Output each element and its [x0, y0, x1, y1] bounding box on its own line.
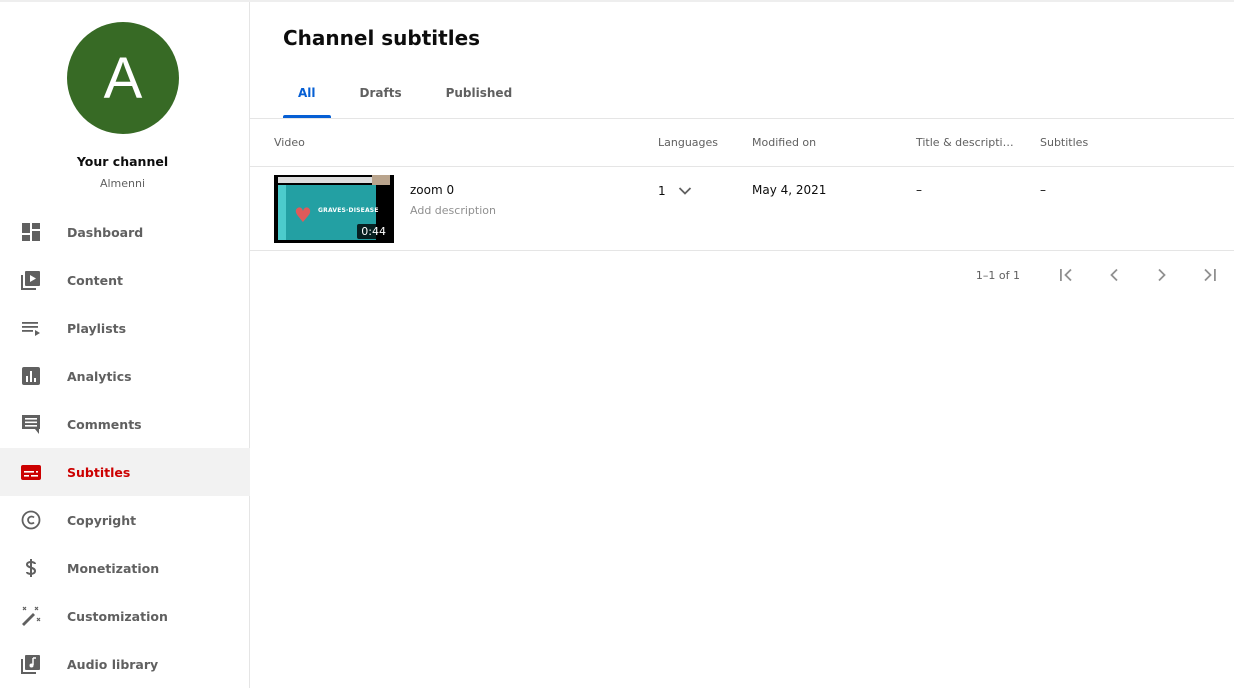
chevron-down-icon [678, 181, 692, 200]
sidebar-item-audio-library[interactable]: Audio library [0, 640, 250, 688]
sidebar-item-customization[interactable]: Customization [0, 592, 250, 640]
sidebar-item-comments[interactable]: Comments [0, 400, 250, 448]
avatar-letter: A [103, 45, 143, 111]
languages-dropdown[interactable]: 1 [658, 181, 692, 200]
app: A Your channel Almenni Dashboard Content [0, 0, 1234, 688]
sidebar-nav: Dashboard Content Playlists Analytics Co… [0, 208, 250, 688]
sidebar-item-label: Content [67, 272, 123, 288]
copyright-icon [20, 509, 42, 531]
column-header-subtitles: Subtitles [1040, 136, 1089, 149]
playlists-icon [20, 317, 42, 339]
table-header: Video Languages Modified on Title & desc… [250, 119, 1234, 167]
first-page-button[interactable] [1042, 257, 1090, 293]
page-title: Channel subtitles [283, 26, 481, 50]
last-page-button[interactable] [1186, 257, 1234, 293]
column-header-languages: Languages [658, 136, 719, 149]
tab-published[interactable]: Published [431, 76, 528, 118]
comments-icon [20, 413, 42, 435]
main-content: Channel subtitles All Drafts Published V… [250, 2, 1234, 688]
magic-wand-icon [20, 605, 42, 627]
video-thumbnail[interactable]: ♥ GRAVES·DISEASE 0:44 [274, 175, 394, 243]
dollar-icon [20, 557, 42, 579]
sidebar-item-label: Analytics [67, 368, 132, 384]
sidebar-item-playlists[interactable]: Playlists [0, 304, 250, 352]
sidebar-item-label: Subtitles [67, 464, 131, 480]
sidebar-item-content[interactable]: Content [0, 256, 250, 304]
chevron-right-icon [1158, 268, 1166, 282]
subtitles-status: – [1040, 183, 1046, 197]
modified-on: May 4, 2021 [752, 183, 827, 197]
audio-library-icon [20, 653, 42, 675]
title-description-status: – [916, 183, 922, 197]
pagination-range: 1–1 of 1 [975, 268, 1020, 282]
sidebar-item-dashboard[interactable]: Dashboard [0, 208, 250, 256]
previous-page-button[interactable] [1090, 257, 1138, 293]
column-header-title-description: Title & descripti… [916, 136, 1014, 149]
channel-title: Your channel [76, 154, 169, 169]
sidebar-item-monetization[interactable]: Monetization [0, 544, 250, 592]
analytics-icon [20, 365, 42, 387]
first-page-icon [1060, 268, 1072, 282]
thumbnail-text: GRAVES·DISEASE [318, 207, 379, 214]
thumbnail-browser-bar [278, 177, 376, 183]
content-icon [20, 269, 42, 291]
last-page-icon [1204, 268, 1216, 282]
sidebar-item-label: Audio library [67, 656, 159, 672]
sidebar-item-label: Copyright [67, 512, 137, 528]
languages-count: 1 [658, 183, 666, 198]
subtitles-icon [20, 461, 42, 483]
sidebar: A Your channel Almenni Dashboard Content [0, 2, 250, 688]
sidebar-item-label: Monetization [67, 560, 160, 576]
sidebar-item-label: Playlists [67, 320, 127, 336]
pagination: 1–1 of 1 [976, 254, 1234, 296]
chevron-left-icon [1110, 268, 1118, 282]
dashboard-icon [20, 221, 42, 243]
video-duration: 0:44 [357, 224, 390, 239]
tab-drafts[interactable]: Drafts [345, 76, 417, 118]
tab-bar: All Drafts Published [283, 76, 541, 118]
column-header-video: Video [274, 136, 305, 149]
channel-avatar[interactable]: A [67, 22, 179, 134]
channel-name: Almenni [99, 177, 146, 190]
sidebar-item-subtitles[interactable]: Subtitles [0, 448, 250, 496]
thumbnail-strip [278, 185, 286, 240]
table-row[interactable]: ♥ GRAVES·DISEASE 0:44 zoom 0 Add descrip… [250, 167, 1234, 251]
sidebar-item-copyright[interactable]: Copyright [0, 496, 250, 544]
tab-all[interactable]: All [283, 76, 331, 118]
sidebar-item-label: Dashboard [67, 224, 144, 240]
thumbnail-webcam [372, 175, 390, 185]
video-title[interactable]: zoom 0 [410, 183, 454, 197]
column-header-modified-on: Modified on [752, 136, 817, 149]
next-page-button[interactable] [1138, 257, 1186, 293]
sidebar-item-label: Customization [67, 608, 168, 624]
heart-icon: ♥ [294, 203, 312, 227]
sidebar-item-label: Comments [67, 416, 142, 432]
sidebar-item-analytics[interactable]: Analytics [0, 352, 250, 400]
video-description: Add description [410, 204, 496, 217]
